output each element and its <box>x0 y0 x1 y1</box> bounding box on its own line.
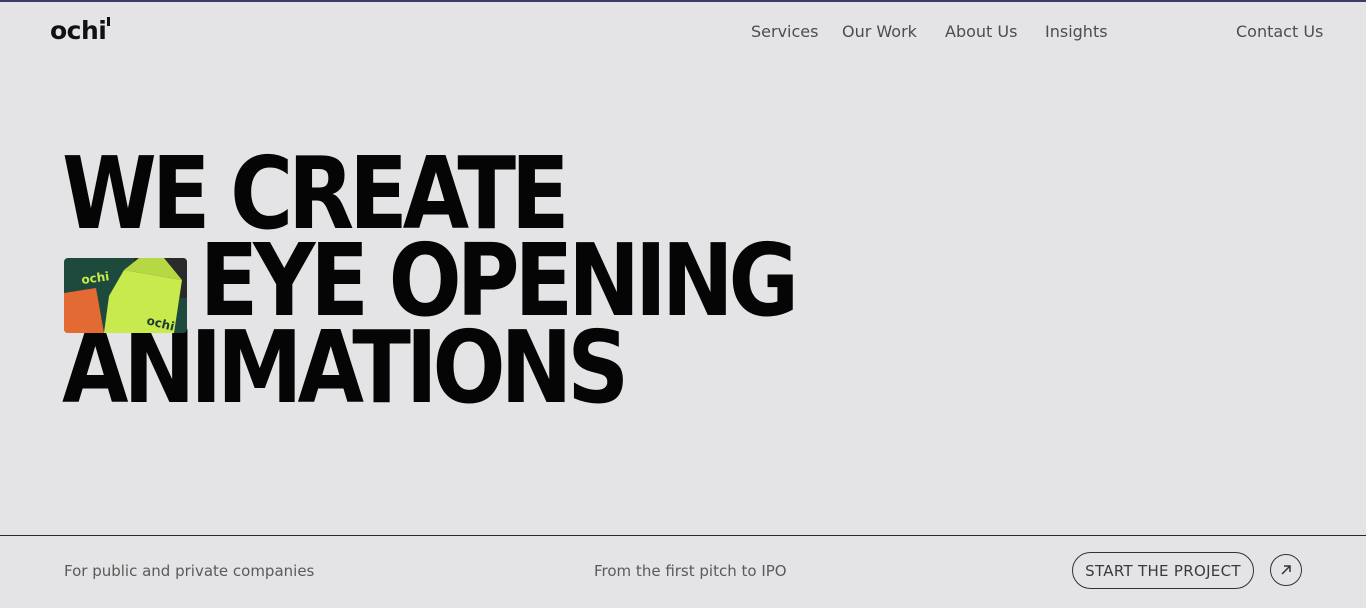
hero-heading: WE CREATE EYE OPENING ANIMATIONS <box>62 144 913 426</box>
nav-our-work[interactable]: Our Work <box>842 22 917 42</box>
logo-tick <box>107 17 111 26</box>
nav-contact-us[interactable]: Contact Us <box>1236 22 1323 42</box>
ochi-brand-cards-image: ochi ochi <box>64 258 187 333</box>
logo-text: ochi <box>50 16 107 45</box>
brand-cards-graphic: ochi ochi <box>64 258 187 333</box>
site-header: ochi Services Our Work About Us Insights… <box>0 0 1366 64</box>
nav-insights[interactable]: Insights <box>1045 22 1108 42</box>
arrow-up-right-icon <box>1281 565 1291 575</box>
ochi-logo[interactable]: ochi <box>50 14 111 48</box>
hero-line-3: ANIMATIONS <box>62 309 629 426</box>
start-project-button[interactable]: START THE PROJECT <box>1072 552 1254 589</box>
footer-divider <box>0 535 1366 536</box>
arrow-up-right-button[interactable] <box>1270 554 1302 586</box>
nav-about-us[interactable]: About Us <box>945 22 1017 42</box>
tagline-left: For public and private companies <box>64 562 315 580</box>
nav-services[interactable]: Services <box>751 22 818 42</box>
tagline-center: From the first pitch to IPO <box>594 562 787 580</box>
